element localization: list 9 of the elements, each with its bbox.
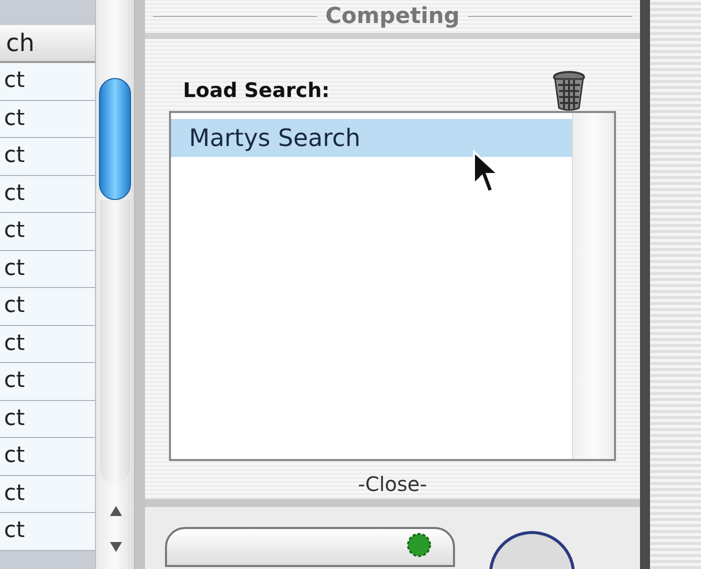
- column-header[interactable]: ch: [0, 25, 95, 63]
- scrollbar[interactable]: [95, 0, 135, 569]
- group-title: Competing: [325, 3, 460, 31]
- list-item[interactable]: Martys Search: [171, 119, 572, 157]
- close-link[interactable]: -Close-: [358, 469, 427, 499]
- trash-icon[interactable]: [552, 71, 586, 111]
- scroll-thumb[interactable]: [99, 78, 131, 200]
- search-button[interactable]: [165, 527, 455, 567]
- load-search-label: Load Search:: [183, 77, 330, 104]
